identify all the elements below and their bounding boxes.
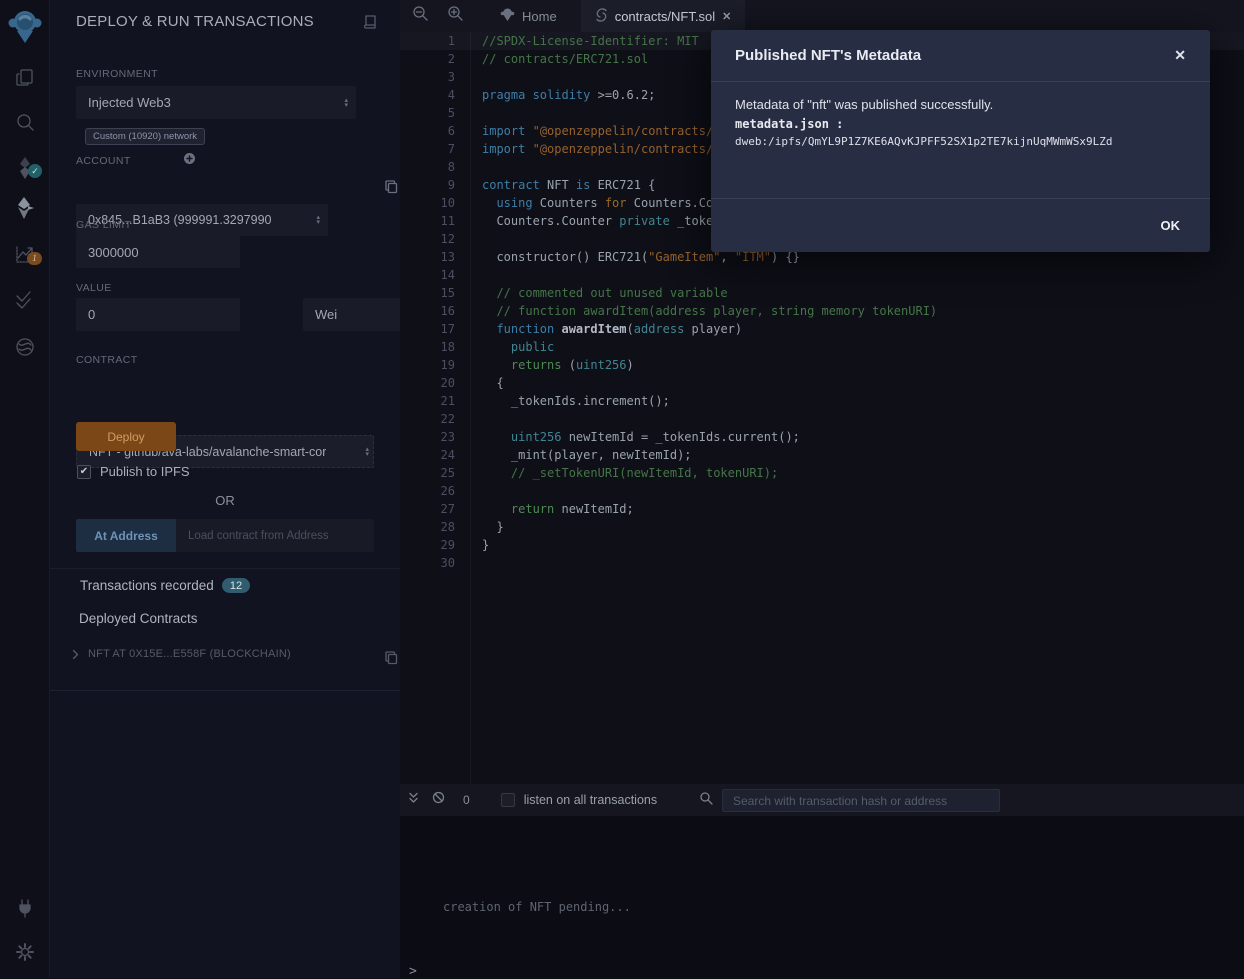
at-address-button[interactable]: At Address <box>76 519 176 552</box>
contract-label: CONTRACT <box>76 354 138 366</box>
plugin-icon-bar: ✓ 1 <box>0 0 50 978</box>
editor-tab-bar: Home contracts/NFT.sol ✕ <box>400 0 1244 32</box>
editor-line[interactable]: 20 { <box>400 374 1244 392</box>
deployed-contracts-label: Deployed Contracts <box>79 611 198 626</box>
publish-ipfs-label: Publish to IPFS <box>100 464 190 479</box>
or-separator-text: OR <box>50 493 400 508</box>
zoom-out-icon[interactable] <box>412 5 429 27</box>
editor-line[interactable]: 18 public <box>400 338 1244 356</box>
at-address-input[interactable] <box>176 519 374 552</box>
modal-header: Published NFT's Metadata ✕ <box>711 30 1210 82</box>
compiler-success-badge: ✓ <box>28 164 42 178</box>
account-add-icon[interactable] <box>183 152 196 165</box>
deploy-run-panel: DEPLOY & RUN TRANSACTIONS ENVIRONMENT In… <box>50 0 400 978</box>
deployed-contract-row[interactable]: NFT AT 0X15E...E558F (BLOCKCHAIN) <box>72 648 291 660</box>
modal-close-icon[interactable]: ✕ <box>1174 47 1186 64</box>
remix-logo-icon[interactable] <box>0 8 50 44</box>
listen-transactions-checkbox[interactable]: ✔ <box>501 793 515 807</box>
solidity-file-icon <box>595 8 608 25</box>
select-chevrons-icon: ▴▾ <box>365 447 369 457</box>
expand-contract-chevron-icon[interactable] <box>72 649 79 660</box>
editor-line[interactable]: 21 _tokenIds.increment(); <box>400 392 1244 410</box>
documentation-book-icon[interactable] <box>363 14 378 35</box>
modal-ipfs-url: dweb:/ipfs/QmYL9P1Z7KE6AQvKJPFF52SX1p2TE… <box>735 135 1186 148</box>
publish-ipfs-checkbox[interactable]: ✔ <box>77 465 91 479</box>
environment-label: ENVIRONMENT <box>76 68 158 80</box>
listen-transactions-label: listen on all transactions <box>524 793 657 807</box>
terminal-collapse-icon[interactable] <box>408 791 419 809</box>
search-plugin-icon[interactable] <box>0 104 50 140</box>
tab-home-label: Home <box>522 9 557 24</box>
terminal-clear-icon[interactable] <box>432 791 445 809</box>
editor-line[interactable]: 25 // _setTokenURI(newItemId, tokenURI); <box>400 464 1244 482</box>
editor-line[interactable]: 24 _mint(player, newItemId); <box>400 446 1244 464</box>
analytics-count-badge: 1 <box>27 252 42 265</box>
gutter-separator <box>470 32 471 784</box>
deploy-button[interactable]: Deploy <box>76 422 176 451</box>
terminal-log-line: creation of NFT pending... <box>443 900 631 914</box>
deploy-run-icon[interactable] <box>0 190 50 226</box>
editor-line[interactable]: 26 <box>400 482 1244 500</box>
pending-tx-count: 0 <box>463 793 470 807</box>
plugin-manager-icon[interactable] <box>0 890 50 926</box>
tab-close-icon[interactable]: ✕ <box>722 10 731 23</box>
terminal-search-input[interactable] <box>722 789 1000 812</box>
transactions-recorded-row[interactable]: Transactions recorded 12 <box>80 578 250 593</box>
modal-ok-button[interactable]: OK <box>1161 218 1181 233</box>
gas-limit-input[interactable] <box>76 236 240 268</box>
panel-title: DEPLOY & RUN TRANSACTIONS <box>76 13 314 30</box>
editor-line[interactable]: 15 // commented out unused variable <box>400 284 1244 302</box>
gas-limit-label: GAS LIMIT <box>76 219 132 231</box>
editor-line[interactable]: 23 uint256 newItemId = _tokenIds.current… <box>400 428 1244 446</box>
editor-line[interactable]: 29} <box>400 536 1244 554</box>
terminal-prompt[interactable]: > <box>409 964 417 979</box>
select-chevrons-icon: ▴▾ <box>344 98 348 108</box>
deployed-contract-name: NFT AT 0X15E...E558F (BLOCKCHAIN) <box>88 648 291 660</box>
file-explorer-icon[interactable] <box>0 60 50 96</box>
tab-home[interactable]: Home <box>486 0 571 32</box>
terminal-toolbar: 0 ✔ listen on all transactions <box>400 784 1244 816</box>
modal-file-name: metadata.json : <box>735 117 1186 131</box>
editor-line[interactable]: 30 <box>400 554 1244 572</box>
environment-value: Injected Web3 <box>88 95 171 110</box>
editor-line[interactable]: 19 returns (uint256) <box>400 356 1244 374</box>
select-chevrons-icon: ▴▾ <box>316 215 320 225</box>
tab-nft-sol-label: contracts/NFT.sol <box>615 9 715 24</box>
account-label: ACCOUNT <box>76 155 131 167</box>
panel-separator <box>50 568 400 569</box>
modal-message: Metadata of "nft" was published successf… <box>735 97 1186 112</box>
debugger-icon[interactable] <box>0 329 50 365</box>
unit-testing-icon[interactable] <box>0 282 50 318</box>
analytics-icon[interactable]: 1 <box>0 236 50 272</box>
network-badge: Custom (10920) network <box>85 128 205 145</box>
editor-line[interactable]: 22 <box>400 410 1244 428</box>
terminal-search-icon <box>699 791 713 810</box>
environment-select[interactable]: Injected Web3 ▴▾ <box>76 86 356 119</box>
editor-line[interactable]: 28 } <box>400 518 1244 536</box>
terminal-output[interactable]: creation of NFT pending... > <box>400 816 1244 978</box>
settings-gear-icon[interactable] <box>0 934 50 970</box>
tab-nft-sol[interactable]: contracts/NFT.sol ✕ <box>581 0 746 32</box>
published-metadata-modal: Published NFT's Metadata ✕ Metadata of "… <box>711 30 1210 252</box>
panel-separator <box>50 690 400 691</box>
remix-mini-logo-icon <box>500 7 515 25</box>
value-label: VALUE <box>76 282 112 294</box>
modal-footer: OK <box>711 199 1210 251</box>
copy-account-icon[interactable] <box>384 179 399 194</box>
zoom-in-icon[interactable] <box>447 5 464 27</box>
editor-line[interactable]: 16 // function awardItem(address player,… <box>400 302 1244 320</box>
transactions-recorded-label: Transactions recorded <box>80 578 214 593</box>
modal-title: Published NFT's Metadata <box>735 47 921 64</box>
editor-line[interactable]: 14 <box>400 266 1244 284</box>
editor-line[interactable]: 17 function awardItem(address player) <box>400 320 1244 338</box>
value-unit: Wei <box>315 307 337 322</box>
value-input[interactable] <box>76 298 240 331</box>
editor-line[interactable]: 27 return newItemId; <box>400 500 1244 518</box>
copy-contract-icon[interactable] <box>384 650 399 665</box>
transactions-count-badge: 12 <box>222 578 250 593</box>
modal-body: Metadata of "nft" was published successf… <box>711 82 1210 199</box>
solidity-compiler-icon[interactable]: ✓ <box>0 150 50 186</box>
